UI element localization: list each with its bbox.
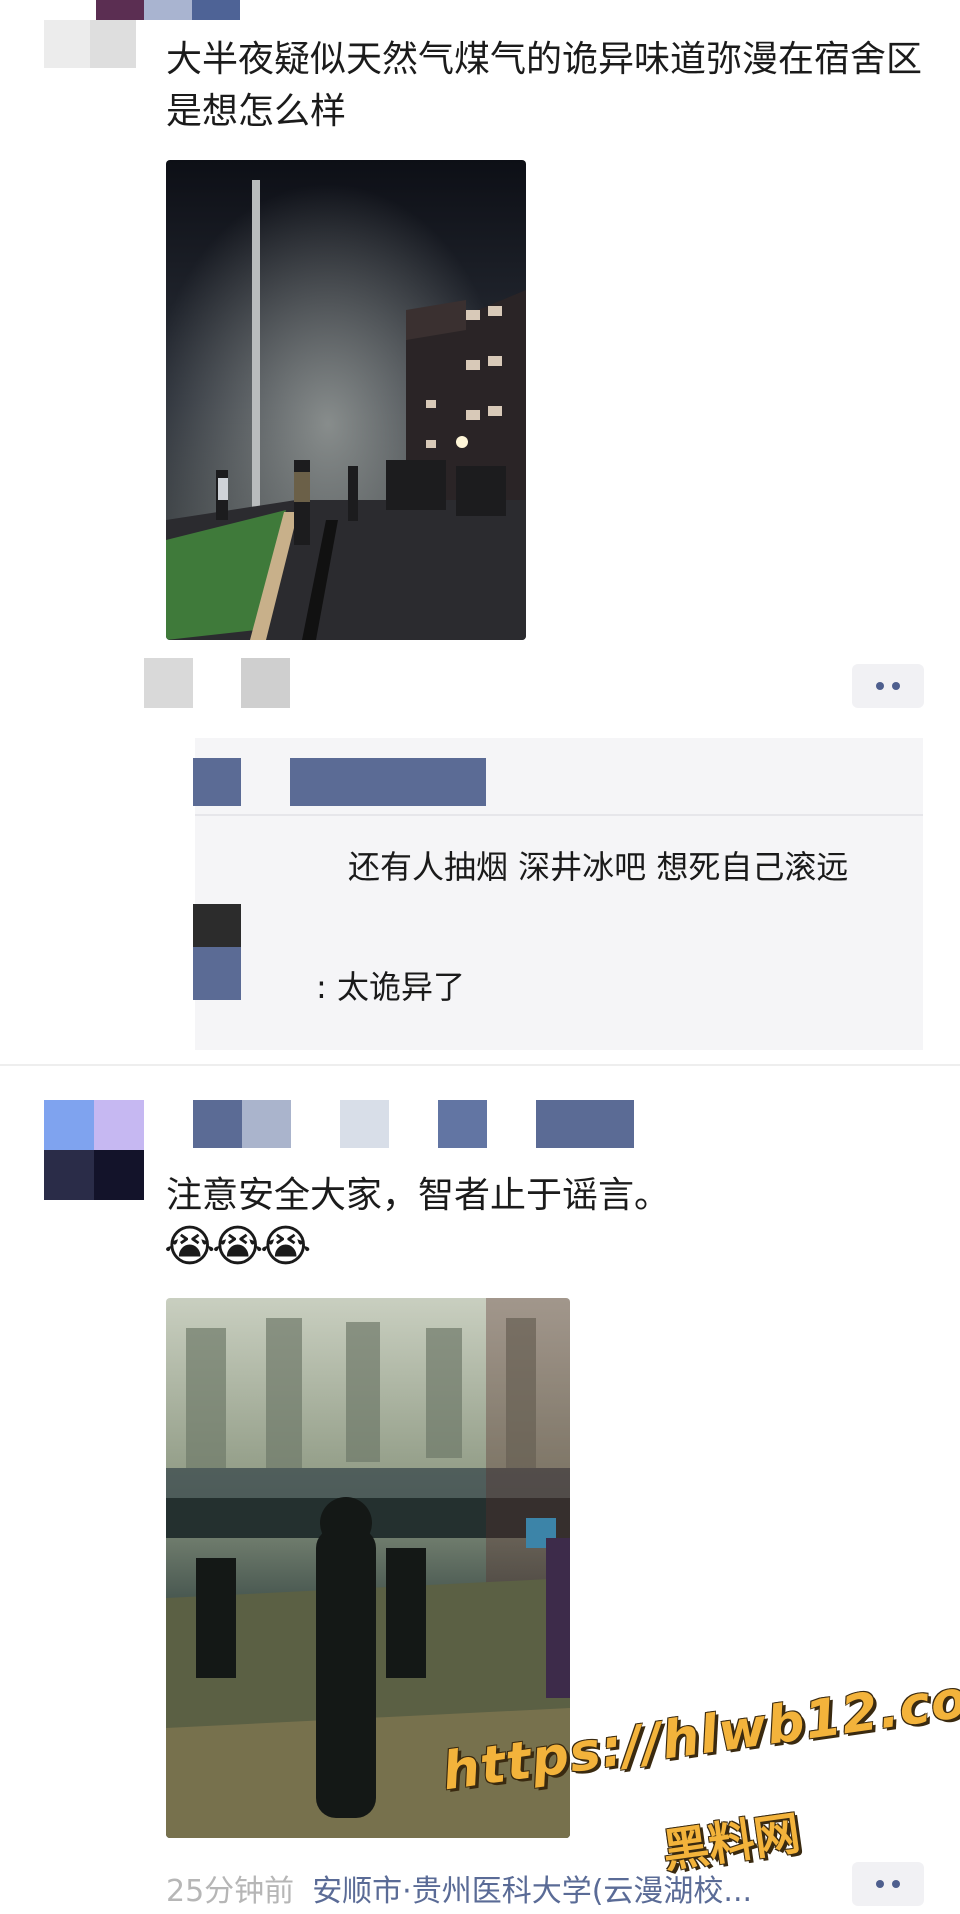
location-link[interactable]: 安顺市·贵州医科大学(云漫湖校... [312, 1874, 752, 1909]
more-button[interactable] [852, 1862, 924, 1906]
post-photo[interactable] [166, 160, 526, 640]
post-footer: 25分钟前 安顺市·贵州医科大学(云漫湖校... [166, 1866, 752, 1910]
author-name[interactable] [193, 1100, 683, 1148]
night-scene-image [166, 160, 526, 640]
crying-emoji-icon: 😭 [164, 1221, 216, 1272]
more-dots-icon [876, 682, 884, 690]
watermark-name: 黑料网 [659, 1805, 804, 1879]
comment-author-2[interactable] [193, 904, 241, 1000]
comment-author-name-1[interactable] [290, 758, 486, 806]
more-button[interactable] [852, 664, 924, 708]
more-dots-icon [892, 682, 900, 690]
timestamp: 25分钟前 [166, 1874, 295, 1909]
more-dots-icon [876, 1880, 884, 1888]
post-text: 注意安全大家，智者止于谣言。 [166, 1175, 671, 1216]
comment-divider [195, 814, 923, 816]
crying-emoji-icon: 😭 [212, 1221, 264, 1272]
post-text: 大半夜疑似天然气煤气的诡异味道弥漫在宿舍区 是想怎么样 [166, 39, 923, 132]
more-dots-icon [892, 1880, 900, 1888]
commenter-avatar [144, 658, 290, 708]
comment-text: : 太诡异了 [316, 968, 465, 1006]
author-name[interactable] [96, 0, 240, 20]
comment-text: 还有人抽烟 深井冰吧 想死自己滚远 [348, 848, 849, 886]
crying-emoji-icon: 😭 [260, 1221, 312, 1272]
avatar[interactable] [44, 1100, 144, 1200]
avatar[interactable] [44, 20, 136, 68]
comment-author-1[interactable] [193, 758, 241, 806]
divider [0, 1064, 960, 1066]
